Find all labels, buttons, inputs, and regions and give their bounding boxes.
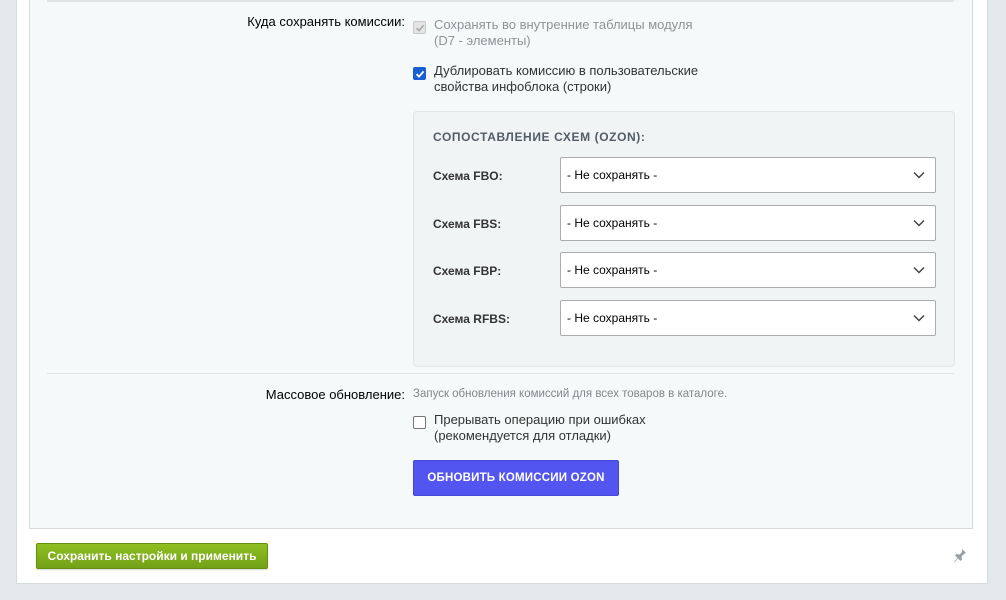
scheme-rfbs-select[interactable]: - Не сохранять - <box>560 300 936 336</box>
settings-page: Куда сохранять комиссии: Сохранять во вн… <box>16 0 988 584</box>
section-divider <box>47 373 954 374</box>
chevron-down-icon <box>913 314 925 322</box>
duplicate-props-checkbox[interactable] <box>413 67 426 80</box>
option-duplicate-row: Дублировать комиссию в пользовательские … <box>413 63 714 95</box>
scheme-fbp-label: Схема FBP: <box>433 264 502 278</box>
duplicate-props-label: Дублировать комиссию в пользовательские … <box>434 63 699 94</box>
check-icon <box>415 70 424 78</box>
scheme-fbo-label: Схема FBO: <box>433 169 503 183</box>
option-internal-row: Сохранять во внутренние таблицы модуля (… <box>413 17 714 49</box>
abort-on-error-label: Прерывать операцию при ошибках (рекоменд… <box>434 412 646 443</box>
scheme-fbp-value: - Не сохранять - <box>567 263 658 277</box>
scheme-fbs-value: - Не сохранять - <box>567 216 658 230</box>
schemes-title: СОПОСТАВЛЕНИЕ СХЕМ (OZON): <box>433 130 646 144</box>
mass-update-label-cell: Массовое обновление: <box>30 387 405 407</box>
scheme-fbs-select[interactable]: - Не сохранять - <box>560 205 936 241</box>
chevron-down-icon <box>913 171 925 179</box>
schemes-mapping-box: СОПОСТАВЛЕНИЕ СХЕМ (OZON): Схема FBO: - … <box>413 111 955 367</box>
top-divider <box>47 0 954 2</box>
scheme-fbp-select[interactable]: - Не сохранять - <box>560 252 936 288</box>
save-settings-button[interactable]: Сохранить настройки и применить <box>36 543 268 569</box>
internal-tables-label: Сохранять во внутренние таблицы модуля (… <box>434 17 693 48</box>
where-label-cell: Куда сохранять комиссии: <box>30 14 405 34</box>
mass-update-label: Массовое обновление: <box>265 387 405 402</box>
scheme-fbo-value: - Не сохранять - <box>567 168 658 182</box>
internal-tables-checkbox[interactable] <box>413 21 426 34</box>
chevron-down-icon <box>913 266 925 274</box>
settings-panel: Куда сохранять комиссии: Сохранять во вн… <box>29 0 973 529</box>
scheme-rfbs-label: Схема RFBS: <box>433 312 510 326</box>
pin-icon[interactable] <box>953 548 967 564</box>
abort-option-row: Прерывать операцию при ошибках (рекоменд… <box>413 412 714 444</box>
scheme-rfbs-value: - Не сохранять - <box>567 311 658 325</box>
scheme-fbo-select[interactable]: - Не сохранять - <box>560 157 936 193</box>
chevron-down-icon <box>913 219 925 227</box>
check-icon <box>415 24 424 32</box>
scheme-fbs-label: Схема FBS: <box>433 217 502 231</box>
update-commissions-button[interactable]: ОБНОВИТЬ КОМИССИИ OZON <box>413 460 619 496</box>
abort-on-error-checkbox[interactable] <box>413 416 426 429</box>
where-save-label: Куда сохранять комиссии: <box>247 14 405 29</box>
mass-update-hint: Запуск обновления комиссий для всех това… <box>413 388 728 400</box>
